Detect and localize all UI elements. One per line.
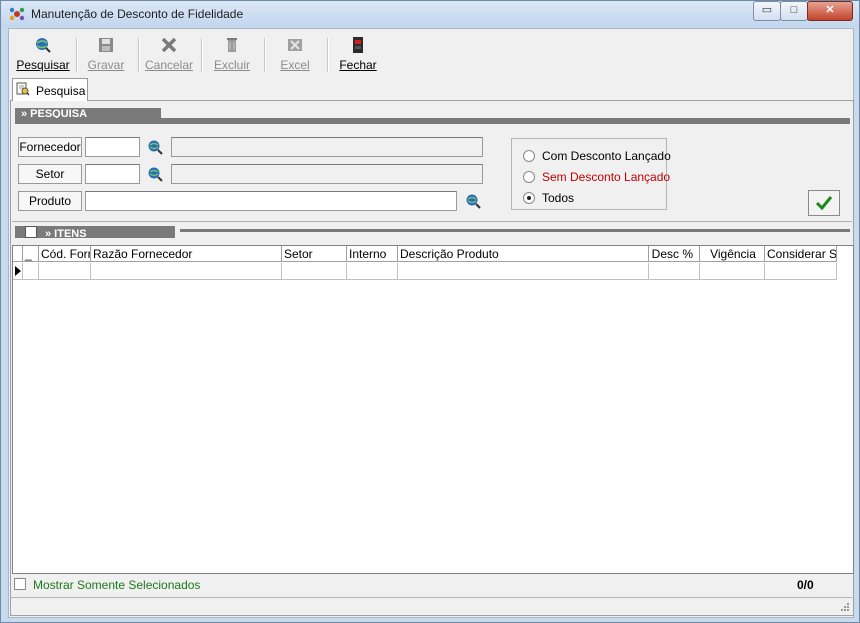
product-input[interactable] xyxy=(85,191,457,211)
supplier-search-icon[interactable] xyxy=(147,139,163,155)
sector-search-icon[interactable] xyxy=(147,166,163,182)
row-indicator xyxy=(13,263,23,280)
floppy-disk-icon xyxy=(99,38,113,52)
table-cell[interactable] xyxy=(282,263,347,280)
close-form-button-label: Fechar xyxy=(339,58,377,72)
table-cell[interactable] xyxy=(649,263,700,280)
table-cell[interactable] xyxy=(23,263,39,280)
maximize-button[interactable]: □ xyxy=(780,1,808,21)
supplier-label: Fornecedor xyxy=(18,137,82,157)
status-bar xyxy=(10,597,852,616)
sector-name-field xyxy=(171,164,483,184)
grid-header-supplier-code[interactable]: Cód. Forn xyxy=(39,246,91,262)
cancel-button[interactable]: Cancelar xyxy=(139,34,199,74)
items-section-title: » ITENS xyxy=(45,228,87,240)
items-section-rule xyxy=(180,229,850,232)
table-cell[interactable] xyxy=(398,263,649,280)
checkmark-icon xyxy=(815,196,833,211)
radio-all-label[interactable]: Todos xyxy=(542,191,574,205)
tab-pesquisa-label: Pesquisa xyxy=(36,84,86,98)
grid-indicator-header xyxy=(13,246,23,262)
product-search-icon[interactable] xyxy=(465,193,481,209)
save-button-label: Gravar xyxy=(87,58,125,72)
table-cell[interactable] xyxy=(39,263,91,280)
radio-without-discount-label[interactable]: Sem Desconto Lançado xyxy=(542,170,670,184)
table-cell[interactable] xyxy=(91,263,282,280)
select-all-checkbox[interactable] xyxy=(25,226,37,238)
radio-all[interactable] xyxy=(523,192,535,204)
grid-header-select[interactable]: _ xyxy=(23,246,39,262)
search-section-rule xyxy=(15,118,850,124)
close-form-button[interactable]: Fechar xyxy=(328,34,388,74)
excel-button[interactable]: Excel xyxy=(265,34,325,74)
delete-button[interactable]: Excluir xyxy=(202,34,262,74)
grid-header-internal[interactable]: Interno xyxy=(347,246,398,262)
search-button-label: Pesquisar xyxy=(16,58,70,72)
app-icon xyxy=(9,7,25,21)
window-title: Manutenção de Desconto de Fidelidade xyxy=(31,7,244,21)
excel-icon xyxy=(288,39,302,51)
radio-with-discount[interactable] xyxy=(523,150,535,162)
product-label: Produto xyxy=(18,191,82,211)
items-grid[interactable] xyxy=(12,245,854,574)
grid-header-validity[interactable]: Vigência xyxy=(700,246,765,262)
search-globe-icon xyxy=(36,38,51,53)
grid-header-sector[interactable]: Setor xyxy=(282,246,347,262)
confirm-button[interactable] xyxy=(808,190,840,216)
table-cell[interactable] xyxy=(765,263,837,280)
current-row-arrow-icon xyxy=(15,266,21,276)
sector-code-input[interactable] xyxy=(85,164,140,184)
sector-label: Setor xyxy=(18,164,82,184)
exit-door-icon xyxy=(353,37,363,53)
table-cell[interactable] xyxy=(700,263,765,280)
show-selected-label[interactable]: Mostrar Somente Selecionados xyxy=(33,578,200,592)
radio-without-discount[interactable] xyxy=(523,171,535,183)
resize-grip-icon[interactable] xyxy=(838,600,850,612)
search-button[interactable]: Pesquisar xyxy=(13,34,73,74)
save-button[interactable]: Gravar xyxy=(76,34,136,74)
supplier-name-field xyxy=(171,137,483,157)
excel-button-label: Excel xyxy=(280,58,310,72)
grid-header-supplier-name[interactable]: Razão Fornecedor xyxy=(91,246,282,262)
close-button[interactable]: ✕ xyxy=(807,1,853,21)
show-selected-checkbox[interactable] xyxy=(14,578,26,590)
delete-button-label: Excluir xyxy=(213,58,250,72)
grid-header-consider-st[interactable]: Considerar ST xyxy=(765,246,837,262)
minimize-button[interactable]: ▭ xyxy=(753,1,781,21)
supplier-code-input[interactable] xyxy=(85,137,140,157)
table-cell[interactable] xyxy=(347,263,398,280)
divider xyxy=(12,221,852,222)
delete-icon xyxy=(227,38,237,52)
grid-header-discount[interactable]: Desc % xyxy=(649,246,700,262)
cancel-button-label: Cancelar xyxy=(144,58,194,72)
radio-with-discount-label[interactable]: Com Desconto Lançado xyxy=(542,149,671,163)
items-section-header: » ITENS xyxy=(15,226,175,240)
search-document-icon xyxy=(16,82,30,96)
cancel-x-icon xyxy=(161,37,177,53)
selection-count: 0/0 xyxy=(797,578,814,592)
grid-header-product-description[interactable]: Descrição Produto xyxy=(398,246,649,262)
